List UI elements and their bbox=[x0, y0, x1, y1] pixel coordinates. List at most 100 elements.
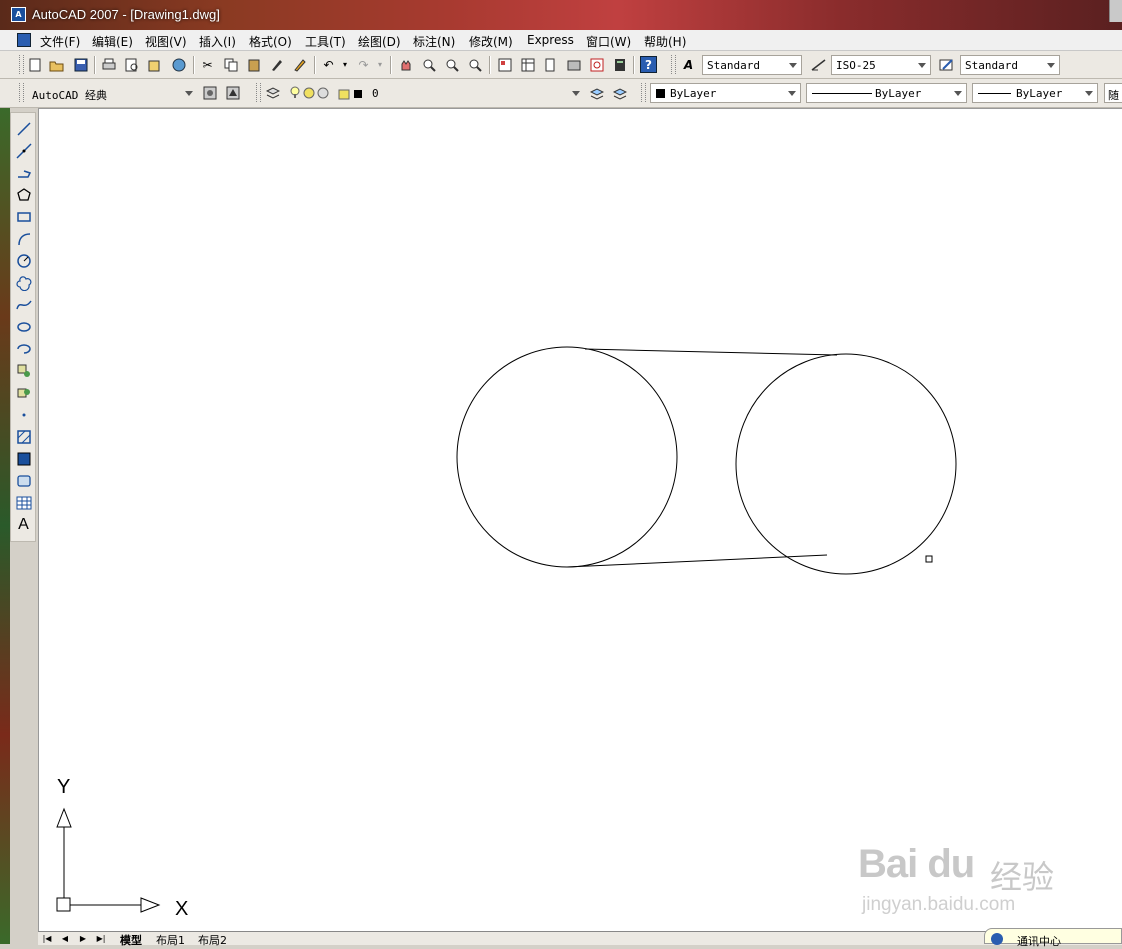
tab-model[interactable]: 模型 bbox=[120, 932, 142, 948]
plot-preview-icon[interactable] bbox=[123, 56, 140, 73]
quickcalc-icon[interactable] bbox=[611, 56, 628, 73]
menu-format[interactable]: 格式(O) bbox=[249, 33, 292, 50]
polyline-icon[interactable] bbox=[14, 163, 33, 182]
color-combo[interactable]: ByLayer bbox=[650, 83, 801, 103]
gradient-icon[interactable] bbox=[14, 449, 33, 468]
toolbar-grip[interactable] bbox=[641, 83, 646, 102]
plot-style-combo[interactable]: 随 bbox=[1104, 83, 1122, 103]
layer-manager-icon[interactable] bbox=[264, 84, 281, 101]
rectangle-icon[interactable] bbox=[14, 207, 33, 226]
circle-icon[interactable] bbox=[14, 251, 33, 270]
menu-tools[interactable]: 工具(T) bbox=[305, 33, 346, 50]
text-style-icon[interactable]: A bbox=[680, 56, 697, 73]
tab-layout1[interactable]: 布局1 bbox=[156, 932, 185, 948]
multiline-text-icon[interactable]: A bbox=[14, 515, 33, 534]
menu-view[interactable]: 视图(V) bbox=[145, 33, 187, 50]
region-icon[interactable] bbox=[14, 471, 33, 490]
menu-express[interactable]: Express bbox=[527, 33, 574, 47]
properties-icon[interactable] bbox=[496, 56, 513, 73]
redo-icon[interactable]: ↷ bbox=[355, 56, 372, 73]
ellipse-arc-icon[interactable] bbox=[14, 339, 33, 358]
communication-center-balloon[interactable]: 通讯中心 bbox=[984, 928, 1122, 948]
workspace-settings-icon[interactable] bbox=[201, 84, 218, 101]
pan-realtime-icon[interactable] bbox=[397, 56, 414, 73]
dimension-style-combo[interactable]: ISO-25 bbox=[831, 55, 931, 75]
plot-icon[interactable] bbox=[100, 56, 117, 73]
cut-icon[interactable]: ✂ bbox=[199, 56, 216, 73]
polygon-icon[interactable] bbox=[14, 185, 33, 204]
tab-nav-prev[interactable]: ◀ bbox=[58, 933, 72, 944]
hatch-icon[interactable] bbox=[14, 427, 33, 446]
menu-help[interactable]: 帮助(H) bbox=[644, 33, 686, 50]
table-icon[interactable] bbox=[14, 493, 33, 512]
circle-left[interactable] bbox=[456, 346, 678, 568]
zoom-window-icon[interactable] bbox=[443, 56, 460, 73]
sheet-set-manager-icon[interactable] bbox=[565, 56, 582, 73]
tab-nav-first[interactable]: |◀ bbox=[40, 933, 54, 944]
redo-dropdown-icon[interactable]: ▾ bbox=[375, 56, 385, 73]
layer-previous-icon[interactable] bbox=[611, 84, 628, 101]
zoom-previous-icon[interactable] bbox=[466, 56, 483, 73]
toolbar-grip[interactable] bbox=[256, 83, 261, 102]
lineweight-combo[interactable]: ByLayer bbox=[972, 83, 1098, 103]
ellipse-icon[interactable] bbox=[14, 317, 33, 336]
circle-right[interactable] bbox=[735, 353, 957, 575]
table-style-combo[interactable]: Standard bbox=[960, 55, 1060, 75]
new-file-icon[interactable] bbox=[26, 56, 43, 73]
toolbar-grip[interactable] bbox=[671, 55, 676, 74]
dimension-style-icon[interactable] bbox=[810, 56, 827, 73]
paste-icon[interactable] bbox=[245, 56, 262, 73]
linetype-combo[interactable]: ByLayer bbox=[806, 83, 967, 103]
autocad-app-icon[interactable]: A bbox=[11, 7, 26, 22]
tab-nav-last[interactable]: ▶| bbox=[94, 933, 108, 944]
undo-icon[interactable]: ↶ bbox=[320, 56, 337, 73]
tab-nav-next[interactable]: ▶ bbox=[76, 933, 90, 944]
undo-dropdown-icon[interactable]: ▾ bbox=[340, 56, 350, 73]
tangent-line-top[interactable] bbox=[584, 348, 838, 356]
publish-to-web-icon[interactable] bbox=[170, 56, 187, 73]
match-properties-icon[interactable] bbox=[268, 56, 285, 73]
arc-icon[interactable] bbox=[14, 229, 33, 248]
chevron-down-icon bbox=[185, 91, 193, 96]
tool-palettes-icon[interactable] bbox=[542, 56, 559, 73]
save-icon[interactable] bbox=[72, 56, 89, 73]
toolbar-separator bbox=[633, 56, 635, 74]
menu-modify[interactable]: 修改(M) bbox=[469, 33, 513, 50]
tab-layout2[interactable]: 布局2 bbox=[198, 932, 227, 948]
my-workspace-icon[interactable] bbox=[224, 84, 241, 101]
ucs-x-label: X bbox=[175, 898, 188, 920]
spline-icon[interactable] bbox=[14, 295, 33, 314]
open-file-icon[interactable] bbox=[48, 56, 65, 73]
revision-cloud-icon[interactable] bbox=[14, 273, 33, 292]
menu-edit[interactable]: 编辑(E) bbox=[92, 33, 133, 50]
markup-set-manager-icon[interactable] bbox=[588, 56, 605, 73]
table-style-icon[interactable] bbox=[938, 56, 955, 73]
menu-file[interactable]: 文件(F) bbox=[40, 33, 80, 50]
menu-dimension[interactable]: 标注(N) bbox=[413, 33, 455, 50]
toolbar-grip[interactable] bbox=[19, 83, 24, 102]
zoom-realtime-icon[interactable] bbox=[420, 56, 437, 73]
window-control-button[interactable] bbox=[1109, 0, 1122, 22]
drawing-canvas[interactable]: Y X bbox=[38, 108, 1122, 931]
publish-icon[interactable] bbox=[146, 56, 163, 73]
title-bar[interactable]: A AutoCAD 2007 - [Drawing1.dwg] bbox=[0, 0, 1122, 30]
workspace-combo[interactable]: AutoCAD 经典 bbox=[27, 83, 198, 103]
construction-line-icon[interactable] bbox=[14, 141, 33, 160]
document-icon[interactable] bbox=[17, 33, 31, 47]
insert-block-icon[interactable] bbox=[14, 361, 33, 380]
make-object-layer-current-icon[interactable] bbox=[588, 84, 605, 101]
text-style-combo[interactable]: Standard bbox=[702, 55, 802, 75]
make-block-icon[interactable] bbox=[14, 383, 33, 402]
help-icon[interactable]: ? bbox=[640, 56, 657, 73]
menu-insert[interactable]: 插入(I) bbox=[199, 33, 236, 50]
layer-combo[interactable]: 0 bbox=[286, 83, 585, 103]
point-icon[interactable] bbox=[14, 405, 33, 424]
menu-draw[interactable]: 绘图(D) bbox=[358, 33, 401, 50]
menu-window[interactable]: 窗口(W) bbox=[586, 33, 631, 50]
tangent-line-bottom[interactable] bbox=[566, 554, 828, 568]
design-center-icon[interactable] bbox=[519, 56, 536, 73]
block-editor-icon[interactable] bbox=[291, 56, 308, 73]
toolbar-grip[interactable] bbox=[19, 55, 24, 74]
copy-icon[interactable] bbox=[222, 56, 239, 73]
line-icon[interactable] bbox=[14, 119, 33, 138]
